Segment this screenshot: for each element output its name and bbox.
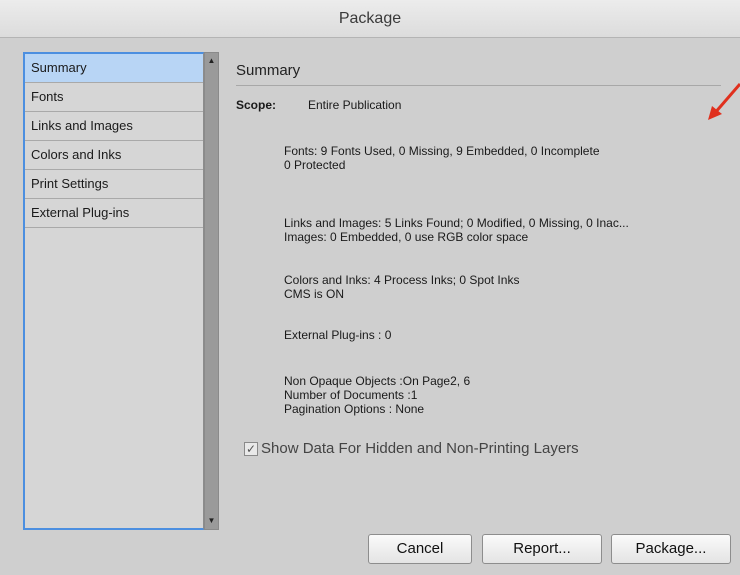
other-summary-line: Number of Documents :1 xyxy=(284,388,418,402)
scope-value: Entire Publication xyxy=(308,98,402,112)
colors-summary: Colors and Inks: 4 Process Inks; 0 Spot … xyxy=(284,273,519,301)
links-summary-line: Images: 0 Embedded, 0 use RGB color spac… xyxy=(284,230,529,244)
fonts-summary-line: Fonts: 9 Fonts Used, 0 Missing, 9 Embedd… xyxy=(284,144,600,158)
show-hidden-layers-label[interactable]: Show Data For Hidden and Non-Printing La… xyxy=(261,440,579,457)
other-summary: Non Opaque Objects :On Page2, 6 Number o… xyxy=(284,374,470,416)
report-button[interactable]: Report... xyxy=(482,534,602,564)
show-hidden-layers-option[interactable]: ✓ Show Data For Hidden and Non-Printing … xyxy=(244,440,579,457)
sidebar-item-fonts[interactable]: Fonts xyxy=(25,83,203,112)
colors-summary-line: CMS is ON xyxy=(284,287,344,301)
colors-summary-line: Colors and Inks: 4 Process Inks; 0 Spot … xyxy=(284,273,520,287)
sidebar-item-summary[interactable]: Summary xyxy=(25,54,203,83)
sidebar-item-links-and-images[interactable]: Links and Images xyxy=(25,112,203,141)
other-summary-line: Non Opaque Objects :On Page2, 6 xyxy=(284,374,471,388)
scroll-up-icon[interactable]: ▲ xyxy=(205,55,218,67)
plugins-summary: External Plug-ins : 0 xyxy=(284,328,391,342)
links-summary-line: Links and Images: 5 Links Found; 0 Modif… xyxy=(284,216,629,230)
sidebar-item-external-plug-ins[interactable]: External Plug-ins xyxy=(25,199,203,228)
sidebar: Summary Fonts Links and Images Colors an… xyxy=(23,52,204,530)
other-summary-line: Pagination Options : None xyxy=(284,402,425,416)
sidebar-item-print-settings[interactable]: Print Settings xyxy=(25,170,203,199)
title-bar: Package xyxy=(0,0,740,38)
plugins-summary-line: External Plug-ins : 0 xyxy=(284,328,392,342)
annotation-arrow-icon xyxy=(708,83,740,120)
fonts-summary-line: 0 Protected xyxy=(284,158,346,172)
links-summary: Links and Images: 5 Links Found; 0 Modif… xyxy=(284,216,629,244)
scroll-down-icon[interactable]: ▼ xyxy=(205,515,218,527)
cancel-button[interactable]: Cancel xyxy=(368,534,472,564)
package-button[interactable]: Package... xyxy=(611,534,731,564)
scope-label: Scope: xyxy=(236,98,277,112)
sidebar-scrollbar[interactable]: ▲ ▼ xyxy=(204,52,219,530)
sidebar-item-colors-and-inks[interactable]: Colors and Inks xyxy=(25,141,203,170)
fonts-summary: Fonts: 9 Fonts Used, 0 Missing, 9 Embedd… xyxy=(284,144,600,172)
page-title: Summary xyxy=(236,62,301,79)
divider xyxy=(236,85,721,86)
window-title: Package xyxy=(338,9,402,27)
show-hidden-layers-checkbox[interactable]: ✓ xyxy=(244,441,258,456)
